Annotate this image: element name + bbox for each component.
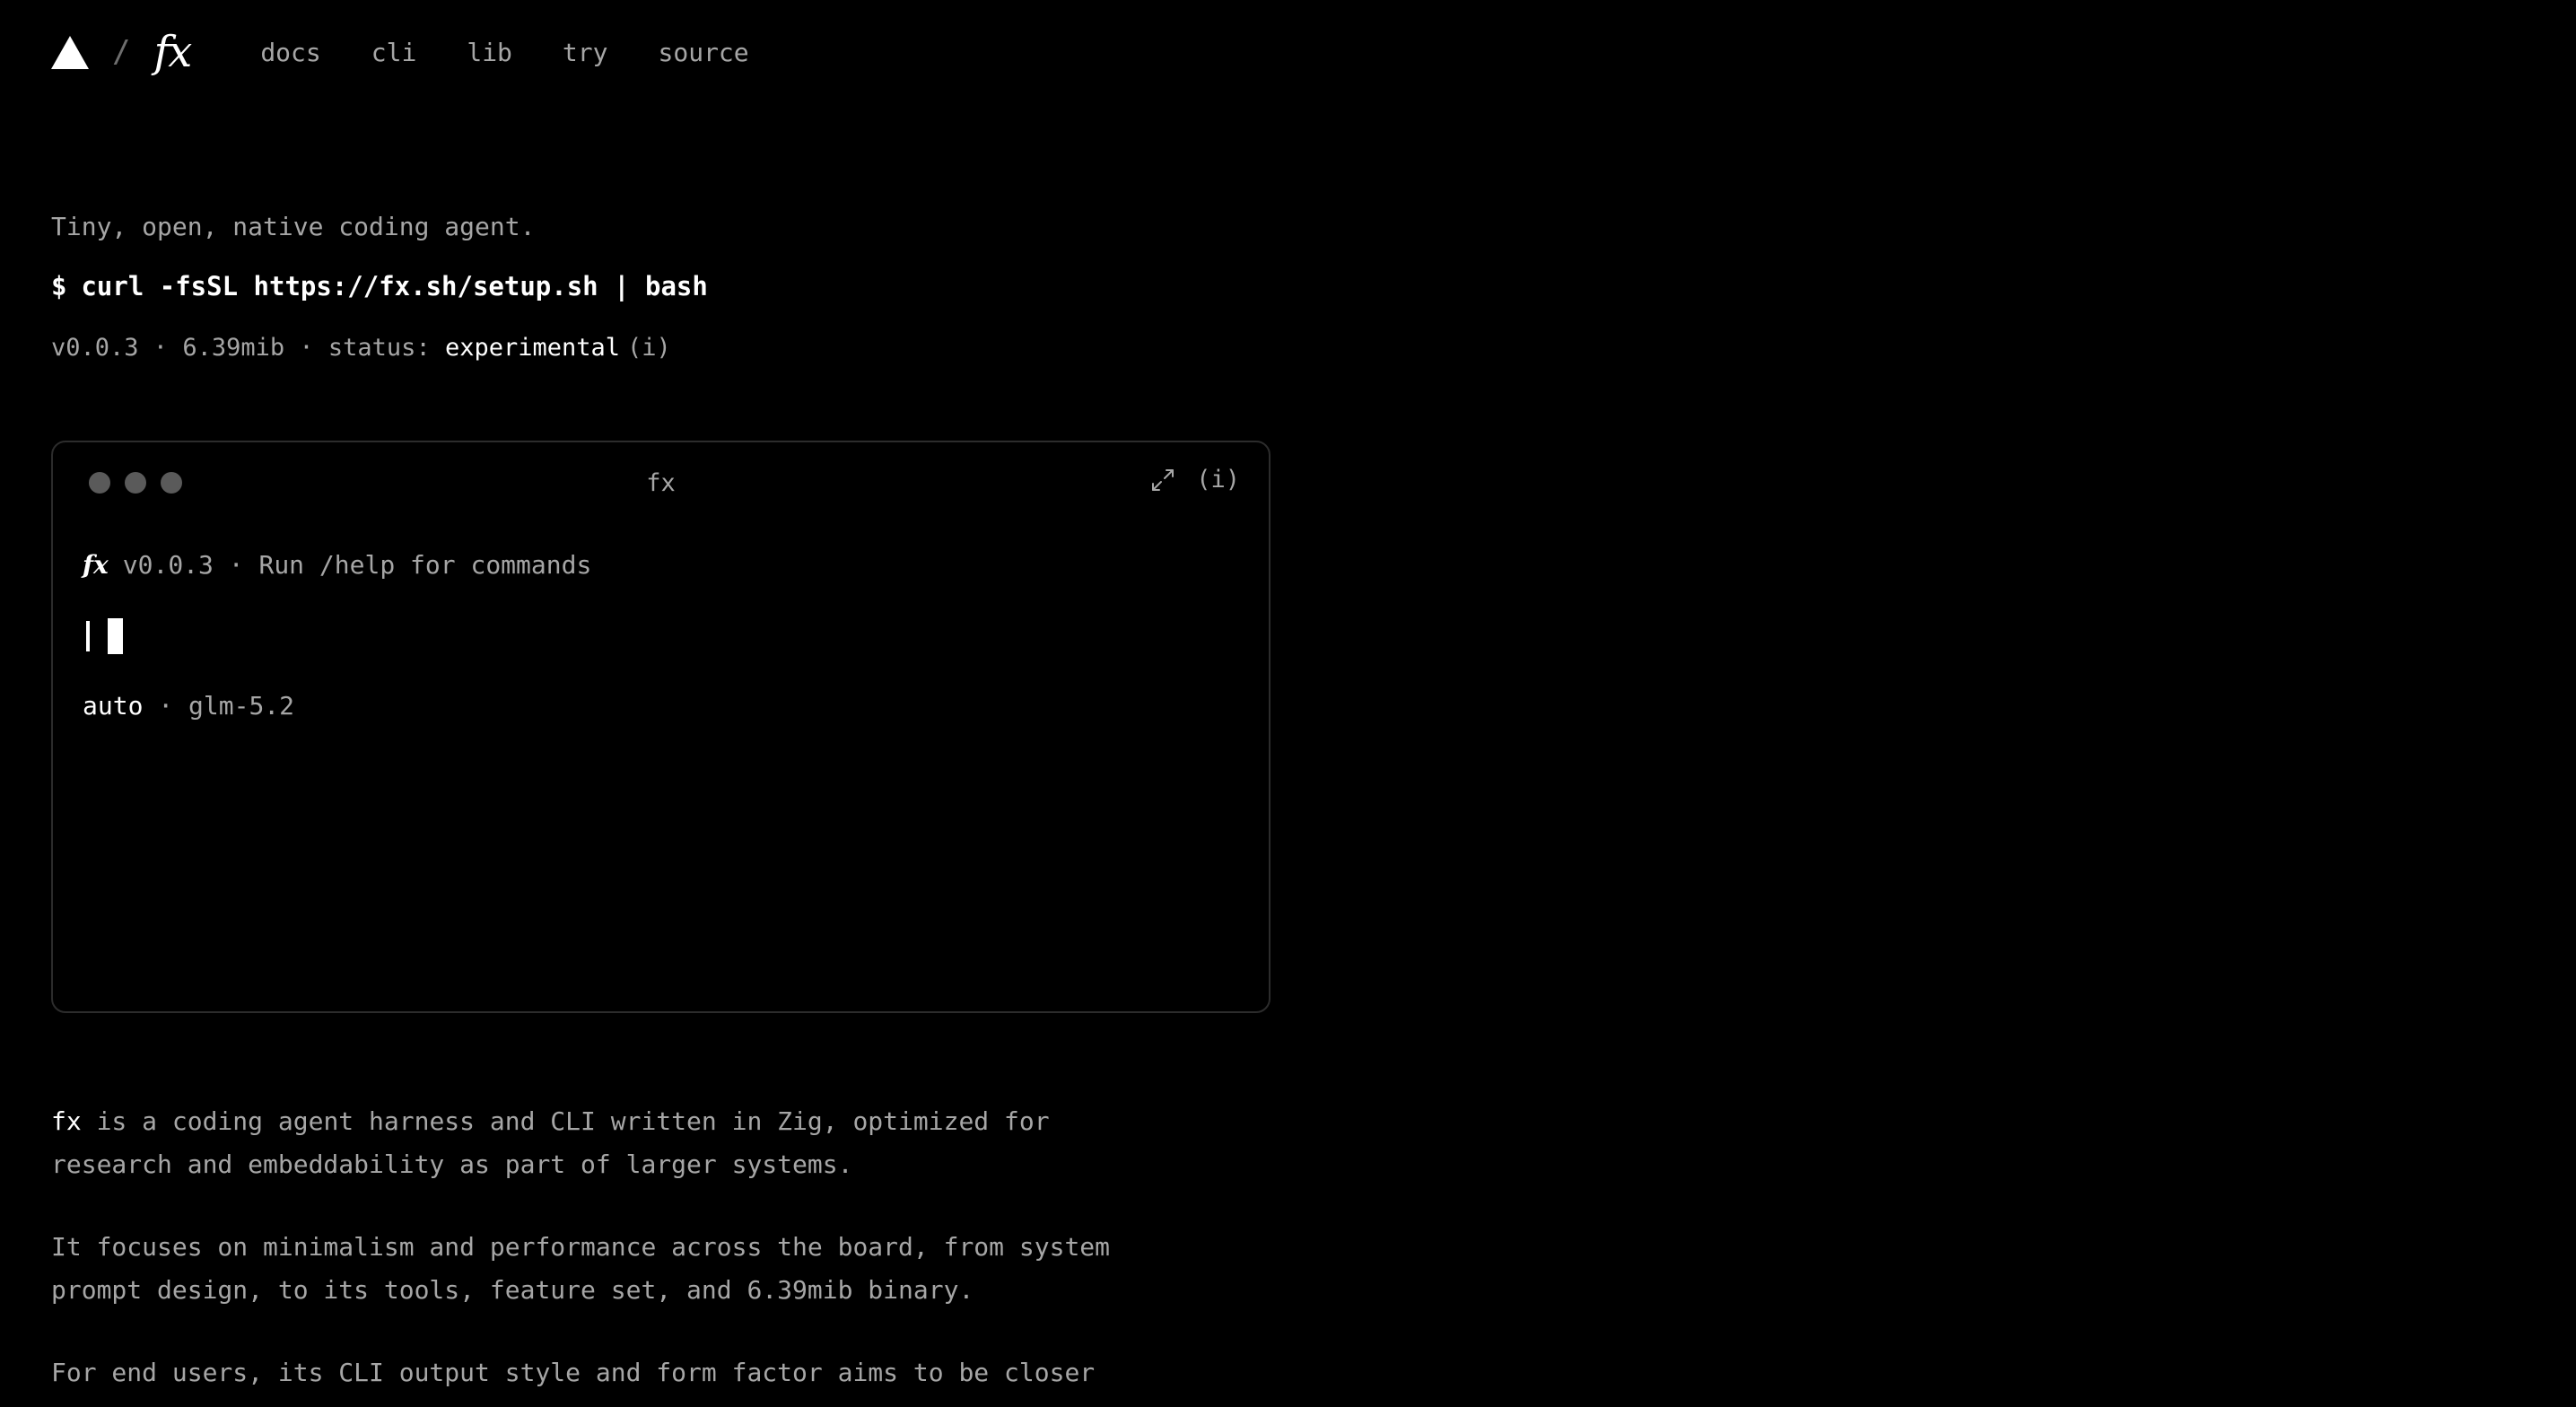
terminal-actions: (i) bbox=[1149, 466, 1240, 494]
description-text: It focuses on minimalism and performance… bbox=[51, 1232, 1111, 1262]
nav-link-source[interactable]: source bbox=[659, 38, 749, 67]
version-text: v0.0.3 bbox=[51, 334, 139, 362]
logo-separator: / bbox=[112, 34, 131, 70]
terminal-status-line: auto · glm-5.2 bbox=[83, 691, 294, 721]
install-command[interactable]: $ curl -fsSL https://fx.sh/setup.sh | bas… bbox=[51, 271, 708, 302]
banner-text: v0.0.3 · Run /help for commands bbox=[122, 550, 592, 580]
meta-separator: · bbox=[284, 334, 328, 362]
description-text: is a coding agent harness and CLI writte… bbox=[81, 1106, 1050, 1136]
nav-link-try[interactable]: try bbox=[563, 38, 608, 67]
fx-name: fx bbox=[51, 1106, 82, 1136]
description-paragraph: fx is a coding agent harness and CLI wri… bbox=[51, 1100, 1218, 1186]
shell-prompt: $ bbox=[51, 271, 67, 302]
expand-arrows-icon[interactable] bbox=[1149, 467, 1176, 494]
install-command-text: curl -fsSL https://fx.sh/setup.sh | bash bbox=[81, 271, 708, 302]
text-cursor bbox=[108, 618, 123, 654]
status-info-link[interactable]: (i) bbox=[627, 334, 671, 362]
description-text: For end users, its CLI output style and … bbox=[51, 1358, 1096, 1387]
fx-logo[interactable]: fx bbox=[153, 27, 192, 77]
site-header: / fx docs cli lib try source bbox=[51, 23, 749, 81]
description-paragraph: It focuses on minimalism and performance… bbox=[51, 1226, 1218, 1312]
terminal-window[interactable]: fx (i) fx v0.0.3 · Run /help for command… bbox=[51, 441, 1271, 1013]
nav-link-lib[interactable]: lib bbox=[467, 38, 512, 67]
mode-label[interactable]: auto bbox=[83, 691, 143, 721]
nav-link-docs[interactable]: docs bbox=[260, 38, 320, 67]
triangle-logo-icon[interactable] bbox=[51, 35, 89, 69]
prompt-bar bbox=[86, 621, 90, 651]
fx-mark: fx bbox=[83, 550, 109, 580]
main-nav: docs cli lib try source bbox=[260, 38, 748, 67]
description-text: prompt design, to its tools, feature set… bbox=[51, 1275, 974, 1305]
binary-size: 6.39mib bbox=[182, 334, 285, 362]
terminal-input[interactable] bbox=[86, 618, 123, 654]
terminal-info-button[interactable]: (i) bbox=[1196, 466, 1240, 494]
tagline: Tiny, open, native coding agent. bbox=[51, 212, 536, 241]
status-value: experimental bbox=[444, 334, 621, 362]
terminal-banner: fx v0.0.3 · Run /help for commands bbox=[83, 550, 591, 580]
status-separator: · bbox=[143, 691, 189, 721]
description-text: research and embeddability as part of la… bbox=[51, 1149, 853, 1179]
status-label: status: bbox=[327, 334, 445, 362]
meta-separator: · bbox=[138, 334, 183, 362]
description-paragraph: For end users, its CLI output style and … bbox=[51, 1351, 1218, 1394]
model-label[interactable]: glm-5.2 bbox=[188, 691, 294, 721]
release-meta: v0.0.3 · 6.39mib · status: experimental(… bbox=[51, 334, 671, 362]
terminal-title: fx bbox=[646, 469, 676, 497]
nav-link-cli[interactable]: cli bbox=[371, 38, 417, 67]
